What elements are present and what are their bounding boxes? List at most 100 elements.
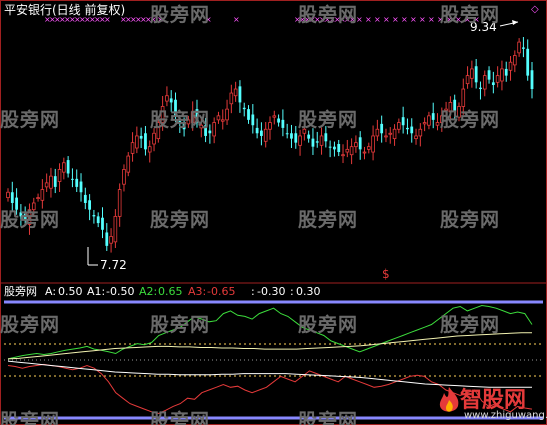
candle [62,157,66,180]
candle [384,128,388,143]
candle [233,81,238,102]
candle [337,139,341,157]
candle [225,99,229,125]
candle [144,126,147,156]
candle [401,106,405,134]
signal-marker: × [410,15,417,24]
candle [229,84,234,114]
candle [465,66,470,89]
signal-marker: × [383,15,390,24]
legend-ref-low-label: : [251,285,255,298]
candle [517,38,521,57]
candle [57,163,62,192]
candle [414,128,418,145]
candle [220,109,225,130]
candle [216,111,221,124]
candle [349,138,354,165]
candle [358,131,362,160]
candle [139,127,143,149]
candle [53,168,57,194]
candle [341,144,345,164]
candle [427,111,431,130]
watermark: 股旁网 [150,410,211,425]
candle [431,102,435,129]
candle [126,152,131,177]
candle [375,119,380,142]
watermark: 股旁网 [0,209,61,231]
candle [307,130,311,143]
watermark: 股旁网 [0,410,61,425]
watermark: 股旁网 [298,109,359,131]
brand-url: www.zhiguwang.com [464,410,547,421]
candle [212,117,216,144]
watermark: 股旁网 [440,314,501,336]
watermark: 股旁网 [0,314,61,336]
candle [113,209,118,249]
candle [345,139,350,158]
candle [371,125,375,161]
candle [130,132,135,162]
dollar-marker: $ [382,267,390,281]
legend-a2-value: 0.65 [158,285,183,298]
candle [479,81,482,100]
high-price-arrow [512,20,518,25]
candle [366,142,371,154]
candle [315,131,319,148]
watermark: 股旁网 [150,314,211,336]
candle [92,209,96,224]
watermark: 股旁网 [440,209,501,231]
candle [491,71,495,94]
watermark: 股旁网 [298,410,359,425]
candle [285,123,289,139]
candle [500,60,504,91]
signal-marker: × [233,15,240,24]
legend-a2-label: A2: [139,285,158,298]
candle [105,223,109,251]
signal-marker: × [428,15,435,24]
candle [470,60,474,88]
candle [79,173,83,202]
stock-chart-screen: { "header": {"title": "平安银行(日线 前复权)"}, "… [0,0,547,425]
candle [495,66,500,88]
candle [392,124,397,146]
watermark: 股旁网 [0,109,61,131]
candle [272,110,277,125]
legend-a1-value: -0.50 [106,285,135,298]
candle [298,129,302,156]
candle [513,50,517,73]
candle [418,123,423,147]
watermark: 股旁网 [150,109,211,131]
candle [354,135,358,153]
candle [49,167,53,198]
candle [487,66,491,84]
candle [44,173,49,192]
candle [122,164,126,192]
candle [238,80,242,113]
legend-ref-high-value: 0.30 [296,285,321,298]
indicator-name: 股旁网 [4,285,37,298]
legend-a1-label: A1: [87,285,106,298]
legend-a3-label: A3: [188,285,207,298]
legend-a3-value: -0.65 [207,285,236,298]
watermark: 股旁网 [298,209,359,231]
candle [6,188,10,202]
candle [135,126,139,154]
candle [530,61,534,99]
candle [281,109,285,137]
candle [397,118,401,134]
price-annotations: $ [87,20,519,281]
candle [96,212,100,228]
candle [526,39,530,81]
candle [406,118,409,135]
candle [380,115,384,143]
candle [311,128,315,155]
candle [117,183,122,227]
candle [362,146,367,160]
candle [290,124,293,149]
signal-marker: × [419,15,426,24]
candle [71,168,74,188]
candle [109,228,113,253]
candle [294,126,298,149]
watermark: 股旁网 [440,4,501,26]
candle [504,61,508,82]
